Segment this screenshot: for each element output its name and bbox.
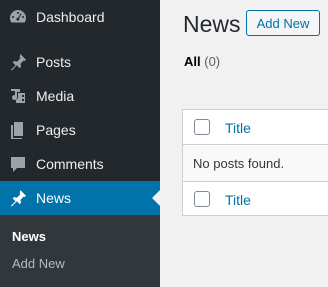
page-title: News [183, 11, 241, 37]
sidebar-item-posts[interactable]: Posts [0, 45, 160, 79]
status-filter: All (0) [184, 54, 220, 70]
sidebar-item-media[interactable]: Media [0, 79, 160, 113]
admin-sidebar: Dashboard Posts Media Pages Comments New… [0, 0, 160, 287]
sidebar-item-label: Pages [36, 122, 76, 138]
dashboard-icon [8, 7, 28, 27]
filter-all-link[interactable]: All [184, 54, 201, 69]
pushpin-icon [8, 52, 28, 72]
table-footer-row: Title [183, 181, 328, 216]
submenu-item-add-new[interactable]: Add New [12, 256, 65, 272]
news-submenu: News Add New [0, 215, 160, 287]
sidebar-item-label: Dashboard [36, 9, 105, 25]
table-row: No posts found. [183, 145, 328, 181]
posts-table: Title No posts found. Title [182, 109, 328, 216]
filter-count: (0) [204, 54, 221, 69]
sidebar-item-label: Comments [36, 156, 104, 172]
no-items-message: No posts found. [193, 156, 285, 171]
sidebar-item-label: Posts [36, 54, 72, 70]
pages-icon [8, 120, 28, 140]
comment-icon [8, 154, 28, 174]
sidebar-item-pages[interactable]: Pages [0, 113, 160, 147]
sidebar-item-news[interactable]: News [0, 181, 160, 215]
pushpin-icon [8, 188, 28, 208]
sidebar-item-dashboard[interactable]: Dashboard [0, 0, 160, 34]
active-menu-arrow [152, 190, 160, 206]
sidebar-item-comments[interactable]: Comments [0, 147, 160, 181]
title-column-footer[interactable]: Title [225, 192, 251, 208]
submenu-item-news[interactable]: News [12, 229, 46, 245]
sidebar-item-label: News [36, 190, 72, 206]
select-all-checkbox-footer[interactable] [194, 191, 210, 207]
title-column-header[interactable]: Title [225, 120, 251, 136]
media-icon [8, 86, 28, 106]
select-all-checkbox[interactable] [194, 119, 210, 135]
add-new-button[interactable]: Add New [246, 10, 320, 36]
sidebar-item-label: Media [36, 88, 75, 104]
table-header-row: Title [183, 110, 328, 145]
